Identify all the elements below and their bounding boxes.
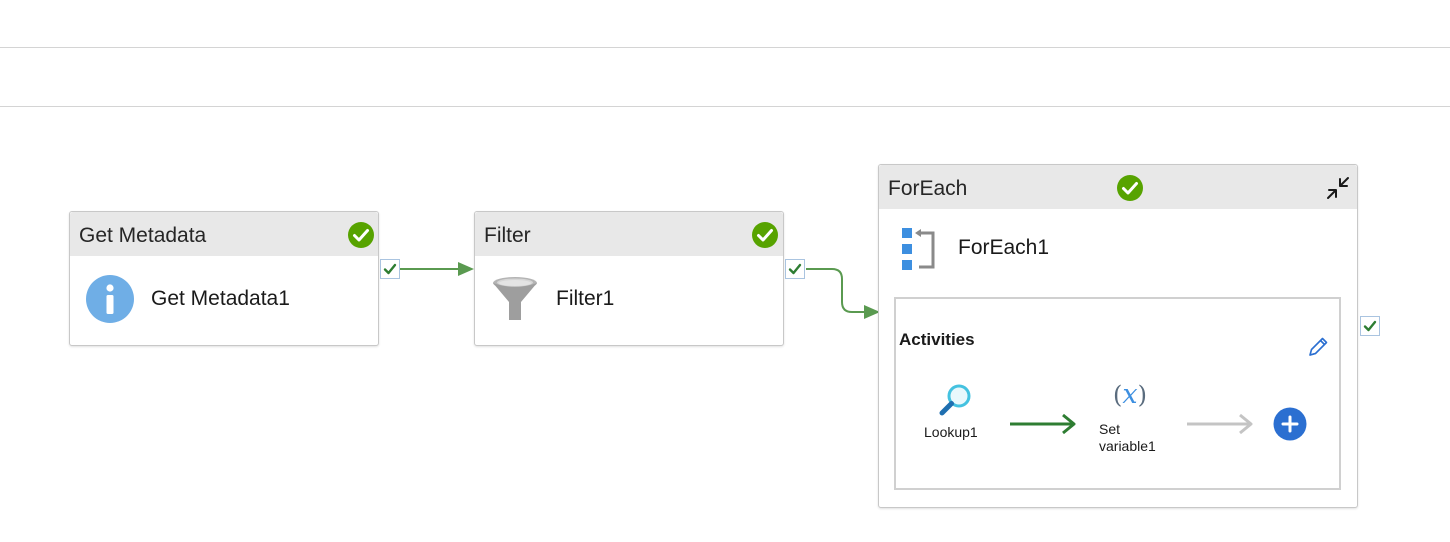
activity-card-get-metadata[interactable]: Get Metadata Get Metadata1 [69, 211, 379, 346]
success-output-port[interactable] [785, 259, 805, 279]
activity-type-label: ForEach [888, 177, 968, 200]
activity-name: ForEach1 [958, 236, 1050, 259]
inner-activity-name-line1: Set [1099, 421, 1121, 437]
foreach-loop-icon [902, 228, 935, 270]
activity-name: Filter1 [556, 287, 615, 310]
activity-type-label: Get Metadata [79, 224, 207, 247]
inner-connector-success [1010, 413, 1076, 435]
activity-card-header: Filter [475, 212, 783, 256]
activity-type-label: Filter [484, 224, 531, 247]
connector-arrowhead-filter [458, 262, 474, 276]
activities-title: Activities [899, 330, 975, 349]
success-check-icon [1117, 175, 1143, 201]
add-activity-button[interactable] [1273, 407, 1307, 441]
checkmark-icon [1363, 320, 1377, 332]
inner-activities-canvas[interactable]: Activities Lookup1 (x) Set variable1 [894, 297, 1341, 490]
edit-pencil-icon[interactable] [1306, 335, 1330, 359]
inner-activity-name: Lookup1 [924, 424, 978, 440]
inner-connector-pending [1187, 413, 1253, 435]
activity-card-filter[interactable]: Filter Filter1 [474, 211, 784, 346]
success-output-port[interactable] [380, 259, 400, 279]
activity-card-header: ForEach [879, 165, 1357, 209]
checkmark-icon [788, 263, 802, 275]
activity-name: Get Metadata1 [151, 287, 290, 310]
activity-card-foreach[interactable]: ForEach ForEach1 Activities Lookup1 (x) … [878, 164, 1358, 508]
success-check-icon [348, 222, 374, 248]
inner-activity-name-line2: variable1 [1099, 438, 1156, 454]
variable-x-icon: (x) [1113, 379, 1147, 410]
success-check-icon [752, 222, 778, 248]
inner-activity-set-variable[interactable]: (x) Set variable1 [1096, 379, 1176, 459]
inner-activity-lookup[interactable]: Lookup1 [916, 381, 996, 451]
checkmark-icon [383, 263, 397, 275]
info-icon [86, 275, 134, 323]
lookup-search-icon [939, 384, 971, 416]
filter-funnel-icon [493, 277, 537, 320]
activity-card-header: Get Metadata [70, 212, 378, 256]
collapse-icon[interactable] [1325, 175, 1351, 201]
connector-filter-foreach [806, 268, 866, 313]
success-output-port[interactable] [1360, 316, 1380, 336]
